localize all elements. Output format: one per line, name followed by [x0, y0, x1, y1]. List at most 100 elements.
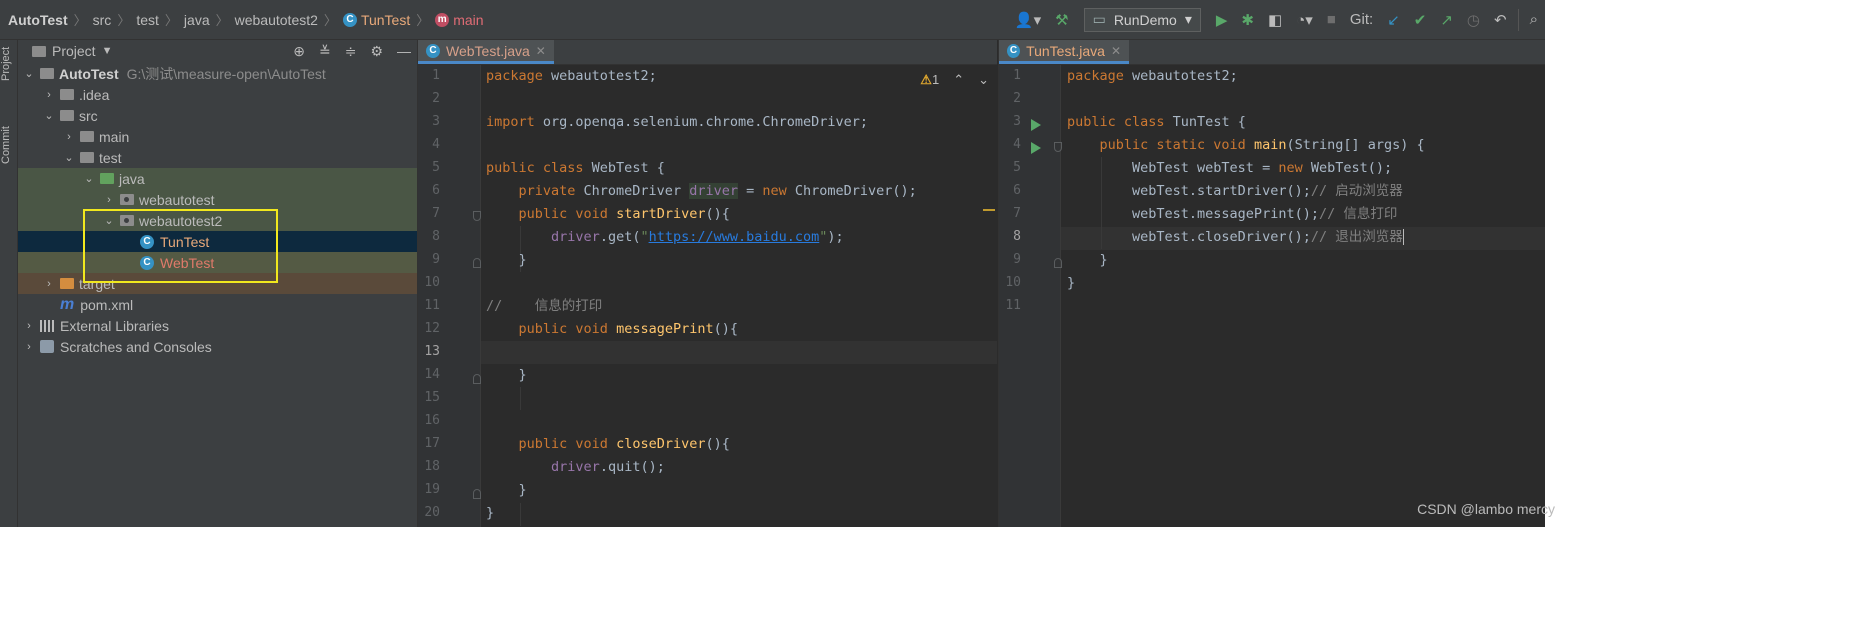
build-hammer-icon[interactable]: ⚒: [1055, 11, 1068, 29]
breadcrumb-test[interactable]: test: [136, 12, 159, 28]
line-number: 18: [424, 459, 440, 474]
fold-marker-icon[interactable]: [473, 258, 481, 268]
tab-tuntest-java[interactable]: C TunTest.java ✕: [999, 40, 1129, 64]
current-line-highlight: [481, 341, 997, 364]
tree-item-main[interactable]: › main: [18, 126, 417, 147]
maven-icon: m: [60, 295, 75, 313]
tree-item-webtest[interactable]: C WebTest: [18, 252, 417, 273]
tree-item-label: src: [79, 107, 98, 124]
fold-marker-icon[interactable]: [1054, 258, 1062, 268]
project-panel-header: Project ▼ ⊕ ≚ ≑ ⚙ —: [18, 40, 417, 62]
code-line: package webautotest2;: [1067, 68, 1238, 84]
close-icon[interactable]: ✕: [1111, 44, 1121, 58]
run-gutter-icon[interactable]: [1031, 142, 1041, 154]
project-view-selector[interactable]: Project ▼: [32, 43, 112, 59]
tree-item-scratches[interactable]: › Scratches and Consoles: [18, 336, 417, 357]
gear-icon[interactable]: ⚙: [370, 43, 383, 60]
collapse-all-icon[interactable]: ≑: [345, 43, 357, 60]
breadcrumb-project[interactable]: AutoTest: [8, 12, 68, 28]
line-number: 11: [1005, 298, 1021, 313]
breadcrumb-class[interactable]: C TunTest: [342, 12, 410, 28]
expand-all-icon[interactable]: ≚: [319, 43, 331, 60]
tool-window-strip: Project Commit: [0, 40, 18, 527]
tree-item-label: test: [99, 149, 122, 166]
tree-item-java[interactable]: ⌄ java: [18, 168, 417, 189]
code-line: }: [486, 505, 495, 521]
run-icon[interactable]: ▶: [1216, 11, 1228, 29]
tree-item-label: java: [119, 170, 145, 187]
tree-item-label: TunTest: [160, 233, 210, 250]
breadcrumb-method[interactable]: m main: [435, 12, 484, 28]
code-line: webTest.startDriver();// 启动浏览器: [1067, 183, 1403, 199]
fold-marker-icon[interactable]: [473, 374, 481, 384]
close-icon[interactable]: ✕: [536, 44, 546, 58]
method-icon: m: [435, 12, 450, 27]
search-icon[interactable]: ⌕: [1530, 11, 1538, 28]
breadcrumb-src[interactable]: src: [93, 12, 112, 28]
chevron-up-icon[interactable]: ⌃: [953, 72, 964, 88]
tree-item-label: pom.xml: [80, 296, 134, 313]
tree-item-external-libraries[interactable]: › External Libraries: [18, 315, 417, 336]
warning-stripe-mark[interactable]: [983, 209, 995, 211]
git-update-icon[interactable]: ↙: [1387, 11, 1400, 29]
fold-marker-icon[interactable]: [1054, 142, 1062, 152]
chevron-down-icon: ▼: [101, 45, 113, 57]
tree-item-src[interactable]: ⌄ src: [18, 105, 417, 126]
git-commit-icon[interactable]: ✔: [1414, 11, 1427, 29]
breadcrumb-java[interactable]: java: [184, 12, 210, 28]
code-line: public void messagePrint(){: [486, 321, 739, 337]
package-icon: [120, 215, 134, 226]
debug-bug-icon[interactable]: ✱: [1241, 11, 1254, 29]
user-icon[interactable]: 👤▾: [1015, 11, 1041, 29]
tree-item-path: G:\测试\measure-open\AutoTest: [126, 65, 326, 82]
line-number: 7: [1013, 206, 1021, 221]
commit-tool-tab[interactable]: Commit: [0, 120, 17, 170]
editor-webtest[interactable]: C WebTest.java ✕ 1 2 3 4 5 6 7 8 9 10 11 12 13 14 15 16…: [418, 40, 997, 527]
undo-icon[interactable]: ↶: [1494, 11, 1507, 29]
locate-icon[interactable]: ⊕: [293, 43, 305, 60]
tree-item-tuntest[interactable]: C TunTest: [18, 231, 417, 252]
tab-webtest-java[interactable]: C WebTest.java ✕: [418, 40, 554, 64]
fold-marker-icon[interactable]: [473, 489, 481, 499]
minimize-icon[interactable]: —: [397, 43, 411, 59]
run-gutter-icon[interactable]: [1031, 119, 1041, 131]
run-config-select[interactable]: ▭ RunDemo ▾: [1083, 7, 1201, 32]
chevron-right-icon: ›: [27, 340, 31, 353]
tree-item-webautotest2[interactable]: ⌄ webautotest2: [18, 210, 417, 231]
line-number: 2: [432, 91, 440, 106]
tree-item-autotest[interactable]: ⌄ AutoTest G:\测试\measure-open\AutoTest: [18, 63, 417, 84]
editor-tuntest[interactable]: C TunTest.java ✕ 1 2 3 4 5 6 7 8 9 10 11 package w…: [998, 40, 1545, 527]
breadcrumb-package[interactable]: webautotest2: [235, 12, 318, 28]
tree-item-label: webautotest: [139, 191, 215, 208]
class-icon: C: [1007, 43, 1021, 58]
tree-item-label: webautotest2: [139, 212, 223, 229]
code-line: // 信息的打印: [486, 298, 603, 314]
tree-item-label: .idea: [79, 86, 110, 103]
stop-icon[interactable]: ■: [1327, 11, 1336, 28]
tree-item-pom[interactable]: m pom.xml: [18, 294, 417, 315]
line-gutter: 1 2 3 4 5 6 7 8 9 10 11: [999, 65, 1062, 527]
profile-icon[interactable]: ◔▾: [1296, 11, 1313, 29]
project-tool-tab[interactable]: Project: [0, 44, 17, 84]
tree-item-label: WebTest: [160, 254, 215, 271]
line-number: 3: [432, 114, 440, 129]
chevron-down-icon[interactable]: ⌄: [978, 72, 989, 88]
tree-item-test[interactable]: ⌄ test: [18, 147, 417, 168]
tree-item-idea[interactable]: › .idea: [18, 84, 417, 105]
code-line: webTest.messagePrint();// 信息打印: [1067, 206, 1398, 222]
line-gutter: 1 2 3 4 5 6 7 8 9 10 11 12 13 14 15 16 17 18 19 20: [418, 65, 481, 527]
coverage-icon[interactable]: ◧: [1268, 11, 1282, 29]
tree-item-target[interactable]: › target: [18, 273, 417, 294]
fold-marker-icon[interactable]: [473, 211, 481, 221]
chevron-right-icon: 〉: [164, 13, 178, 28]
git-push-icon[interactable]: ↗: [1440, 11, 1453, 29]
tree-item-webautotest[interactable]: › webautotest: [18, 189, 417, 210]
git-history-icon[interactable]: ◷: [1467, 11, 1480, 29]
run-config-label: RunDemo: [1113, 11, 1177, 28]
code-line: public void closeDriver(){: [486, 436, 730, 452]
tree-item-label: main: [99, 128, 130, 145]
url-link[interactable]: https://www.baidu.com: [649, 229, 820, 245]
chevron-down-icon: ⌄: [104, 215, 114, 227]
chevron-right-icon: 〉: [215, 13, 229, 28]
inspection-widget[interactable]: ⚠1 ⌃ ⌄: [920, 72, 989, 88]
